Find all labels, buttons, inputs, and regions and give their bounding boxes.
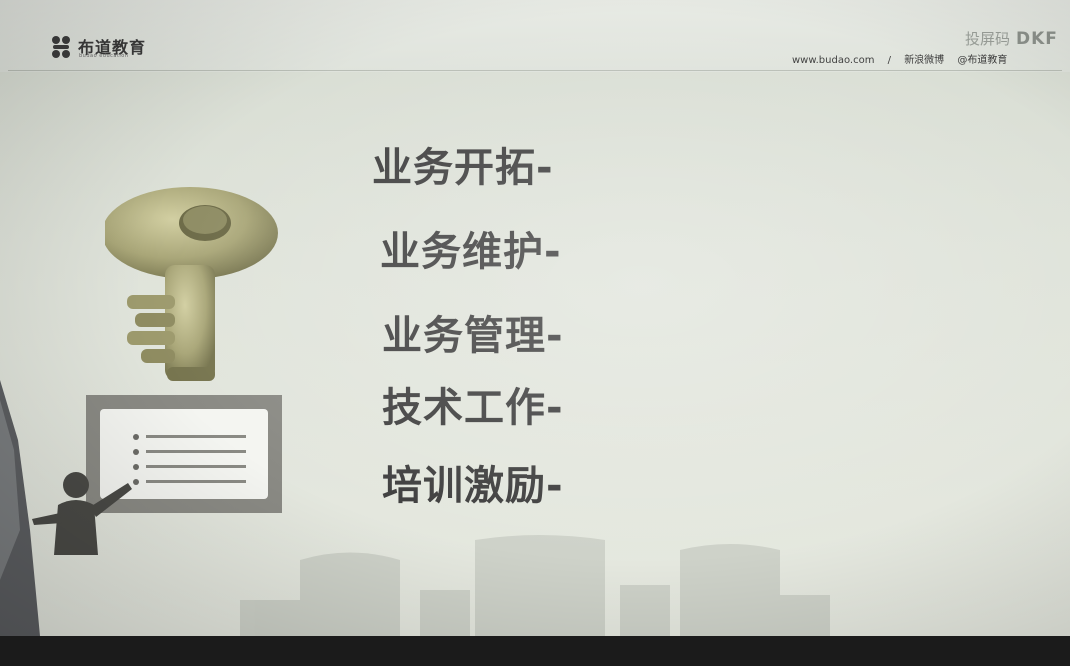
website-link[interactable]: www.budao.com — [792, 55, 874, 66]
cast-code-value: DKF — [1016, 29, 1058, 49]
slide-item-business-development: 业务开拓- — [372, 145, 554, 191]
slide-header: 布道教育 budao education www.budao.com / 新浪微… — [0, 0, 1070, 72]
cast-code-label: 投屏码 — [965, 30, 1011, 48]
slide-item-business-management: 业务管理- — [382, 313, 564, 359]
building-silhouettes — [240, 535, 830, 636]
cast-code-overlay: 投屏码 DKF — [965, 28, 1058, 49]
logo-icon — [52, 36, 70, 58]
screen-bottom-frame — [0, 636, 1070, 666]
projector-screen: 布道教育 budao education www.budao.com / 新浪微… — [0, 0, 1070, 636]
slide-item-business-maintenance: 业务维护- — [380, 229, 562, 275]
slide-item-training-motivation: 培训激励- — [382, 463, 564, 509]
weibo-handle[interactable]: @布道教育 — [957, 55, 1007, 66]
key-icon — [105, 187, 278, 381]
link-separator: / — [887, 55, 891, 66]
person-silhouette — [0, 380, 40, 636]
header-links: www.budao.com / 新浪微博 @布道教育 — [792, 51, 1017, 66]
header-divider — [8, 70, 1062, 71]
slide-item-technical-work: 技术工作- — [382, 385, 564, 431]
logo-subtext: budao education — [79, 53, 129, 59]
weibo-label[interactable]: 新浪微博 — [904, 55, 944, 66]
